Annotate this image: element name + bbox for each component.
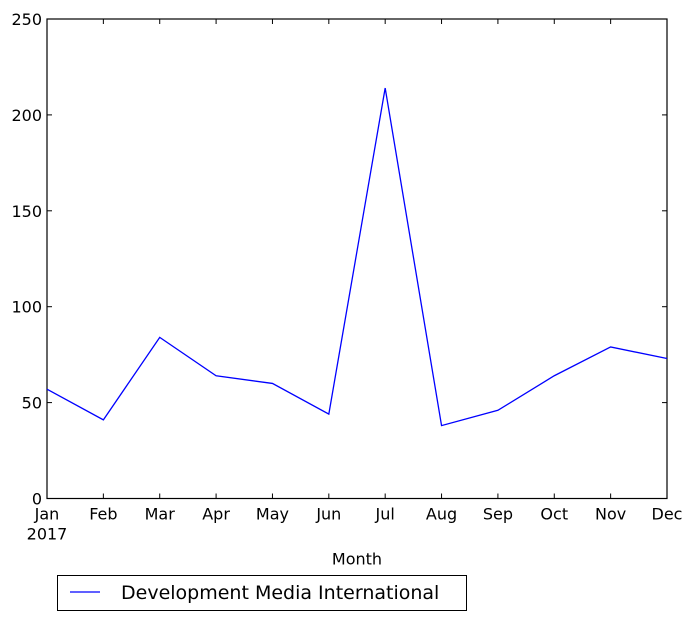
y-tick-label: 200 — [11, 106, 42, 125]
x-tick-label: Jan — [34, 505, 60, 524]
plot-frame — [46, 18, 668, 500]
x-tick-label: Jun — [315, 505, 341, 524]
line-chart: 050100150200250 Jan Feb Mar Apr May Jun Jul Aug… — [11, 10, 683, 611]
x-tick-label: Nov — [595, 505, 626, 524]
y-tick-label: 50 — [22, 394, 42, 413]
legend-label: Development Media International — [121, 582, 439, 604]
y-axis: 050100150200250 — [11, 10, 667, 509]
x-axis-title: Month — [332, 550, 382, 569]
x-axis: Jan Feb Mar Apr May Jun Jul Aug Sep Oct Nov Dec — [34, 19, 683, 524]
x-tick-label: Aug — [426, 505, 457, 524]
x-tick-label: Mar — [145, 505, 176, 524]
x-tick-label: Dec — [652, 505, 683, 524]
x-tick-label: Sep — [483, 505, 513, 524]
series-line — [46, 87, 668, 427]
x-tick-label: Oct — [540, 505, 568, 524]
x-tick-label: Jul — [375, 505, 395, 524]
x-tick-label: May — [256, 505, 289, 524]
y-tick-label: 150 — [11, 202, 42, 221]
x-tick-label: Apr — [202, 505, 230, 524]
series-group — [46, 87, 668, 427]
x-tick-label: Feb — [89, 505, 117, 524]
plot-area — [46, 18, 668, 500]
y-tick-label: 100 — [11, 298, 42, 317]
legend: Development Media International — [57, 575, 467, 611]
x-axis-year-label: 2017 — [27, 525, 68, 544]
y-tick-label: 250 — [11, 10, 42, 29]
